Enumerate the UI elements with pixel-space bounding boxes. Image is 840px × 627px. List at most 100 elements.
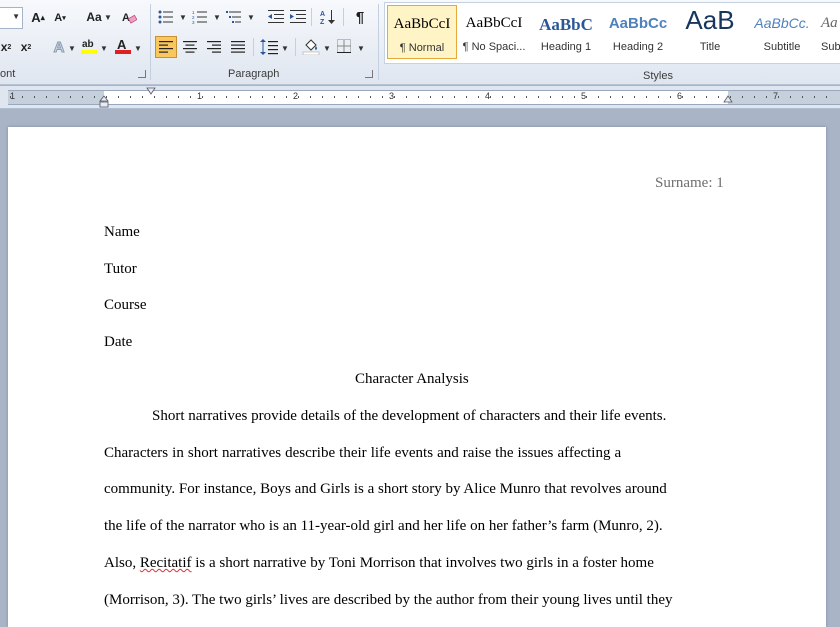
ruler-tick (118, 96, 119, 98)
chevron-down-icon[interactable]: ▼ (100, 44, 108, 53)
align-right-icon[interactable] (203, 36, 225, 58)
style-subtitle[interactable]: AaBbCc. Subtitle (747, 5, 817, 59)
hanging-indent-marker-icon[interactable] (99, 95, 109, 109)
paragraph-line[interactable]: Short narratives provide details of the … (152, 408, 666, 425)
text-run: is a short narrative by Toni Morrison th… (195, 555, 654, 571)
ruler-tick (238, 96, 239, 98)
increase-indent-icon[interactable] (289, 8, 307, 26)
first-line-indent-marker-icon[interactable] (146, 87, 156, 95)
horizontal-ruler[interactable]: 1 1 2 3 4 5 6 7 (0, 86, 840, 109)
ruler-tick (658, 96, 659, 98)
shrink-font-icon[interactable]: A ▾ (53, 10, 67, 26)
ribbon: ▼ A ▴ A ▾ Aa ▼ A x2 x2 A ▼ ab ▼ A ▼ ont ▼ … (0, 0, 840, 85)
chevron-down-icon[interactable]: ▼ (213, 13, 221, 22)
date-line[interactable]: Date (104, 334, 132, 351)
paragraph-line[interactable]: Also, Recitatif is a short narrative by … (104, 555, 654, 572)
font-dialog-launcher-icon[interactable] (138, 70, 146, 78)
document-page[interactable]: Surname: 1 Name Tutor Course Date Charac… (8, 127, 826, 627)
paragraph-line[interactable]: the life of the narrator who is an 11-ye… (104, 518, 663, 535)
style-preview: Aa (821, 15, 838, 31)
ruler-tick (58, 96, 59, 98)
font-size-box[interactable]: ▼ (0, 7, 23, 29)
paragraph-line[interactable]: (Morrison, 3). The two girls’ lives are … (104, 592, 672, 609)
chevron-down-icon[interactable]: ▼ (323, 44, 331, 53)
align-left-icon[interactable] (155, 36, 177, 58)
chevron-down-icon[interactable]: ▼ (104, 13, 112, 22)
change-case-button[interactable]: Aa (84, 8, 104, 26)
chevron-down-icon[interactable]: ▼ (134, 44, 142, 53)
svg-text:A: A (117, 37, 127, 52)
ruler-tick (82, 96, 83, 98)
ruler-tick (34, 96, 35, 98)
ruler-tick (634, 96, 635, 98)
chevron-down-icon[interactable]: ▼ (247, 13, 255, 22)
separator (311, 8, 312, 26)
line-spacing-icon[interactable] (259, 37, 279, 57)
grow-font-icon[interactable]: A ▴ (30, 8, 46, 26)
ruler-tick (262, 96, 263, 98)
name-line[interactable]: Name (104, 224, 140, 241)
shading-icon[interactable] (301, 36, 321, 56)
style-title[interactable]: AaB Title (675, 5, 745, 59)
ruler-tick (454, 96, 455, 98)
ruler-tick (214, 96, 215, 98)
clear-formatting-icon[interactable]: A (120, 8, 138, 26)
misspelled-word[interactable]: Recitatif (140, 555, 192, 571)
ruler-tick (178, 96, 179, 98)
style-preview: AaBbCc. (754, 15, 810, 31)
chevron-down-icon[interactable]: ▼ (357, 44, 365, 53)
ruler-tick (106, 96, 107, 98)
course-line[interactable]: Course (104, 297, 147, 314)
bullets-icon[interactable] (157, 8, 175, 26)
ruler-tick (406, 96, 407, 98)
style-preview: AaB (685, 5, 735, 35)
paragraph-line[interactable]: community. For instance, Boys and Girls … (104, 481, 667, 498)
superscript-icon[interactable]: x2 (18, 38, 34, 56)
style-heading-1[interactable]: AaBbC Heading 1 (531, 5, 601, 59)
ruler-tick (742, 96, 743, 98)
style-name: Subtitle (763, 41, 801, 53)
tutor-line[interactable]: Tutor (104, 261, 137, 278)
text-run: Also, (104, 555, 137, 571)
paragraph-dialog-launcher-icon[interactable] (365, 70, 373, 78)
chevron-down-icon[interactable]: ▼ (68, 44, 76, 53)
svg-text:A: A (320, 11, 325, 18)
styles-gallery: AaBbCcI ¶ Normal AaBbCcI ¶ No Spaci... A… (384, 2, 840, 64)
style-no-spacing[interactable]: AaBbCcI ¶ No Spaci... (459, 5, 529, 59)
decrease-indent-icon[interactable] (267, 8, 285, 26)
highlight-icon[interactable]: ab (80, 36, 98, 56)
style-name: Sub (821, 41, 840, 53)
pilcrow-icon[interactable]: ¶ (351, 7, 369, 27)
align-center-icon[interactable] (179, 36, 201, 58)
ruler-tick (250, 96, 251, 98)
style-preview: AaBbCc (608, 15, 668, 32)
text-effects-icon[interactable]: A (50, 37, 68, 57)
font-color-icon[interactable]: A (114, 36, 132, 56)
ruler-tick (382, 96, 383, 98)
subscript-icon[interactable]: x2 (0, 38, 14, 56)
ruler-tick (202, 96, 203, 98)
chevron-down-icon[interactable]: ▼ (179, 13, 187, 22)
change-case-label: Aa (86, 10, 102, 24)
justify-icon[interactable] (227, 36, 249, 58)
ruler-tick (586, 96, 587, 98)
separator (253, 38, 254, 56)
ruler-tick (562, 96, 563, 98)
chevron-down-icon[interactable]: ▼ (281, 44, 289, 53)
ruler-tick (526, 96, 527, 98)
style-subtle[interactable]: Aa Sub (819, 5, 840, 59)
ruler-tick (538, 96, 539, 98)
style-heading-2[interactable]: AaBbCc Heading 2 (603, 5, 673, 59)
ruler-tick (694, 96, 695, 98)
ruler-tick (346, 96, 347, 98)
document-title[interactable]: Character Analysis (355, 371, 469, 388)
style-normal[interactable]: AaBbCcI ¶ Normal (387, 5, 457, 59)
svg-text:Z: Z (320, 19, 325, 25)
paragraph-line[interactable]: Characters in short narratives describe … (104, 445, 621, 462)
multilevel-list-icon[interactable] (225, 8, 243, 26)
borders-icon[interactable] (335, 37, 353, 55)
sort-icon[interactable]: AZ (319, 8, 337, 26)
right-indent-marker-icon[interactable] (723, 95, 733, 103)
numbering-icon[interactable]: 123 (191, 8, 209, 26)
page-header[interactable]: Surname: 1 (655, 175, 724, 192)
